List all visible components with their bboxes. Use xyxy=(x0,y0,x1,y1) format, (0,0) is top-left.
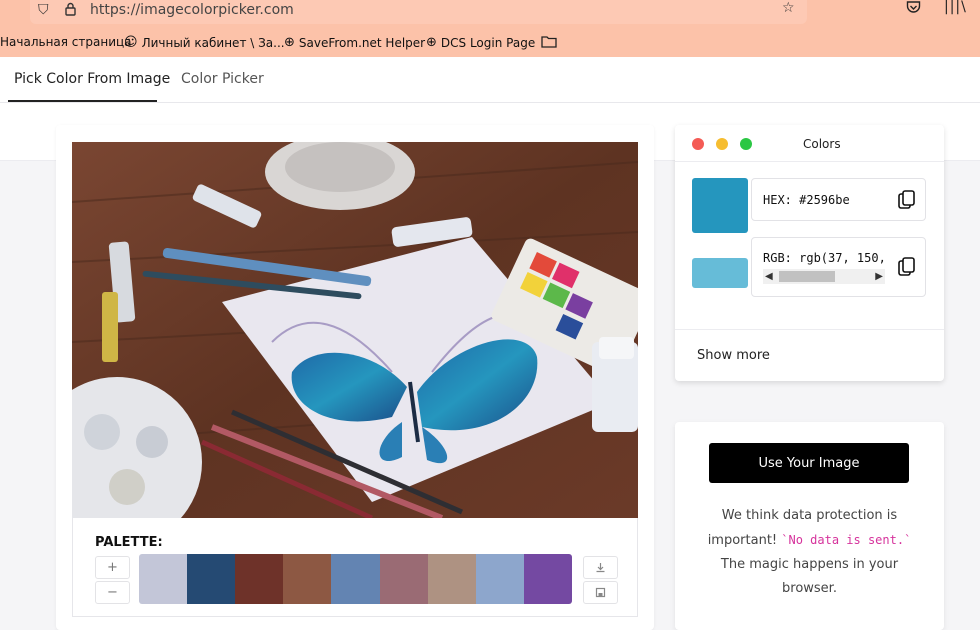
save-icon xyxy=(595,587,606,598)
privacy-text: The magic happens in your browser. xyxy=(720,557,899,596)
globe-icon: ⊕ xyxy=(426,35,437,50)
use-your-image-button[interactable]: Use Your Image xyxy=(709,443,909,483)
plus-icon: + xyxy=(107,560,118,575)
remove-color-button[interactable]: − xyxy=(95,581,130,604)
palette-swatch-4[interactable] xyxy=(283,554,332,604)
secondary-color-swatch[interactable] xyxy=(692,258,748,288)
browser-chrome: ⛉ https://imagecolorpicker.com ☆ |||\ На… xyxy=(0,0,980,57)
bookmarks-bar: Начальная страница ☺ Личный кабинет \ За.… xyxy=(0,32,980,54)
hex-value: HEX: #2596be xyxy=(763,193,850,207)
tab-bar: Pick Color From Image Color Picker xyxy=(0,57,980,103)
minimize-dot-icon xyxy=(716,138,728,150)
star-icon[interactable]: ☆ xyxy=(782,0,795,16)
palette-label: PALETTE: xyxy=(95,535,163,550)
palette-swatch-9[interactable] xyxy=(523,554,572,604)
bookmark-dcs[interactable]: ⊕ DCS Login Page xyxy=(426,35,535,50)
uploaded-image[interactable] xyxy=(72,142,638,518)
pocket-icon[interactable] xyxy=(906,0,921,18)
tab-color-picker[interactable]: Color Picker xyxy=(181,71,264,87)
add-color-button[interactable]: + xyxy=(95,556,130,579)
library-icon[interactable]: |||\ xyxy=(944,0,967,15)
palette-swatch-1[interactable] xyxy=(139,554,188,604)
address-bar[interactable]: ⛉ https://imagecolorpicker.com ☆ xyxy=(30,0,807,24)
scroll-right-icon[interactable]: ▶ xyxy=(875,269,883,284)
bookmark-label: Личный кабинет \ За... xyxy=(141,35,285,50)
selected-color-swatch[interactable] xyxy=(692,178,748,233)
bookmark-label: SaveFrom.net Helper xyxy=(298,35,426,50)
palette-swatch-2[interactable] xyxy=(187,554,236,604)
url-text: https://imagecolorpicker.com xyxy=(90,2,294,18)
download-palette-button[interactable] xyxy=(583,556,618,579)
maximize-dot-icon xyxy=(740,138,752,150)
show-more-link[interactable]: Show more xyxy=(697,348,770,363)
divider xyxy=(675,329,944,330)
download-icon xyxy=(596,563,605,573)
scroll-left-icon[interactable]: ◀ xyxy=(765,269,773,284)
bookmark-label: DCS Login Page xyxy=(440,35,536,50)
palette-swatch-3[interactable] xyxy=(235,554,284,604)
avatar-icon: ☺ xyxy=(124,35,138,50)
bookmark-label: Начальная страница xyxy=(0,35,132,49)
image-card: PALETTE: + − xyxy=(56,125,654,630)
active-tab-indicator xyxy=(8,100,157,102)
rgb-value: RGB: rgb(37, 150, 190) xyxy=(763,251,887,265)
copy-icon[interactable] xyxy=(898,257,915,277)
palette-swatch-6[interactable] xyxy=(379,554,428,604)
privacy-code-text: `No data is sent.` xyxy=(781,533,912,547)
scrollbar-thumb[interactable] xyxy=(779,271,835,282)
folder-icon[interactable] xyxy=(541,35,557,48)
palette-section: PALETTE: + − xyxy=(72,518,638,617)
palette-swatch-5[interactable] xyxy=(331,554,380,604)
bookmark-savefrom[interactable]: ⊕ SaveFrom.net Helper xyxy=(284,35,425,50)
bookmark-cabinet[interactable]: ☺ Личный кабинет \ За... xyxy=(124,35,285,50)
bookmark-home[interactable]: Начальная страница xyxy=(0,35,132,49)
horizontal-scrollbar[interactable]: ◀ ▶ xyxy=(763,269,885,284)
privacy-note: We think data protection is important! `… xyxy=(695,504,924,601)
upload-card: Use Your Image We think data protection … xyxy=(675,422,944,630)
save-palette-button[interactable] xyxy=(583,581,618,604)
rgb-scroll-area[interactable]: RGB: rgb(37, 150, 190) ◀ ▶ xyxy=(752,238,887,298)
divider xyxy=(675,161,944,162)
shield-icon[interactable]: ⛉ xyxy=(38,2,49,18)
palette-swatches xyxy=(139,554,572,604)
palette-swatch-8[interactable] xyxy=(475,554,524,604)
close-dot-icon xyxy=(692,138,704,150)
hex-field[interactable]: HEX: #2596be xyxy=(751,178,926,221)
colors-panel: Colors HEX: #2596be RGB: rgb(37, 150, 19… xyxy=(675,125,944,381)
rgb-field[interactable]: RGB: rgb(37, 150, 190) ◀ ▶ xyxy=(751,237,926,297)
window-controls xyxy=(692,138,752,150)
palette-swatch-7[interactable] xyxy=(427,554,476,604)
globe-icon: ⊕ xyxy=(284,35,295,50)
colors-title: Colors xyxy=(803,137,841,151)
lock-icon[interactable] xyxy=(65,2,76,20)
tab-pick-color-from-image[interactable]: Pick Color From Image xyxy=(14,71,170,87)
copy-icon[interactable] xyxy=(898,190,915,210)
minus-icon: − xyxy=(107,585,118,600)
